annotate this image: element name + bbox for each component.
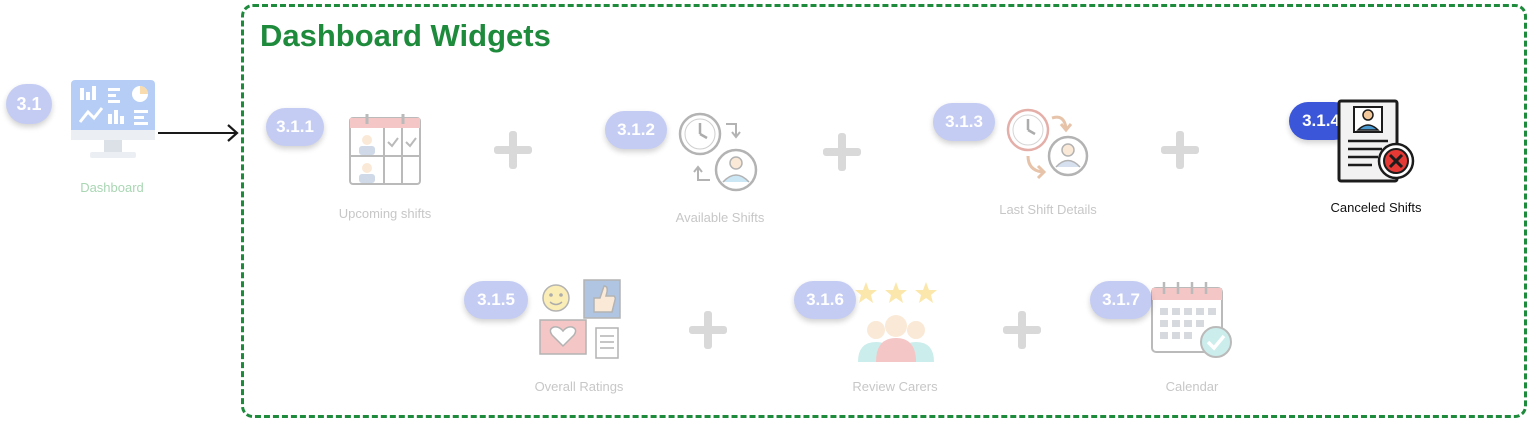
clock-history-person-icon <box>1006 108 1089 180</box>
connector-arrow <box>158 124 239 142</box>
plus-icon <box>1003 311 1041 349</box>
plus-icon <box>1161 131 1199 169</box>
widget-label-3-1-3: Last Shift Details <box>999 202 1097 217</box>
section-title: Dashboard Widgets <box>260 18 551 53</box>
widget-badge-3-1-5: 3.1.5 <box>464 281 528 319</box>
widget-label-3-1-5: Overall Ratings <box>534 379 624 394</box>
plus-icon <box>823 133 861 171</box>
review-carers-icon <box>855 282 937 362</box>
plus-icon <box>689 311 727 349</box>
widget-label-3-1-6: Review Carers <box>852 379 938 394</box>
widget-label-3-1-7: Calendar <box>1165 379 1219 394</box>
widget-label-3-1-1: Upcoming shifts <box>338 206 432 221</box>
widget-label-3-1-4: Canceled Shifts <box>1330 200 1422 215</box>
widget-badge-3-1-1: 3.1.1 <box>266 108 324 146</box>
plus-icon <box>494 131 532 169</box>
root-badge: 3.1 <box>6 84 52 124</box>
widget-badge-3-1-6: 3.1.6 <box>794 281 856 319</box>
clock-person-icon <box>678 112 758 192</box>
dashboard-monitor-icon <box>71 80 155 158</box>
canceled-document-icon <box>1337 99 1415 183</box>
widget-badge-3-1-3: 3.1.3 <box>933 103 995 141</box>
ratings-feedback-icon <box>539 279 621 359</box>
widget-badge-3-1-2: 3.1.2 <box>605 111 667 149</box>
calendar-staff-icon <box>349 114 421 185</box>
root-label: Dashboard <box>80 180 144 195</box>
widget-label-3-1-2: Available Shifts <box>675 210 765 225</box>
calendar-check-icon <box>1151 282 1232 358</box>
widget-badge-3-1-7: 3.1.7 <box>1090 281 1152 319</box>
